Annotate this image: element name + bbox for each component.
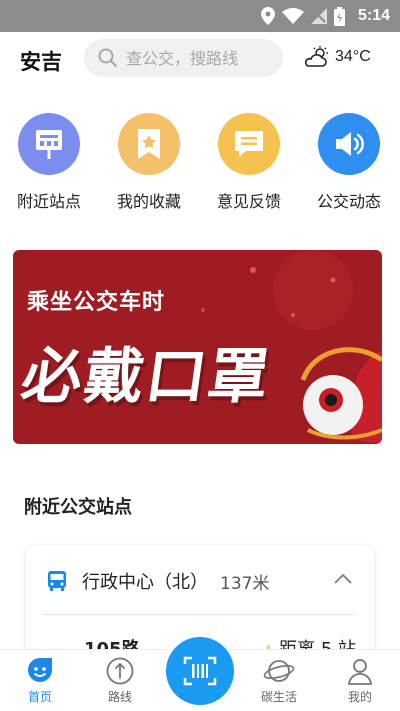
nav-carbon-life[interactable]: 碳生活 <box>249 656 309 705</box>
stop-header[interactable]: 行政中心（北） 137米 <box>46 567 358 595</box>
scan-pay-button[interactable] <box>166 637 234 705</box>
banner-headline: 乘坐公交车时 <box>27 290 166 315</box>
quick-label: 附近站点 <box>16 192 81 211</box>
planet-icon <box>263 660 295 682</box>
bus-icon <box>48 571 66 591</box>
stop-name: 行政中心（北） <box>82 572 208 593</box>
status-icons: 5:14 <box>260 0 390 32</box>
quick-bus-news[interactable]: 公交动态 <box>309 113 389 212</box>
quick-label: 我的收藏 <box>116 192 181 211</box>
quick-label: 公交动态 <box>316 192 381 211</box>
signal-icon <box>310 8 327 24</box>
search-input[interactable] <box>126 48 266 68</box>
city-selector[interactable]: 安吉 <box>20 46 62 76</box>
battery-icon <box>333 6 345 26</box>
route-compass-icon <box>106 657 134 685</box>
speaker-icon <box>318 113 380 175</box>
location-icon <box>260 7 275 25</box>
nav-label: 首页 <box>27 690 52 704</box>
feedback-chat-icon <box>218 113 280 175</box>
wifi-icon <box>281 8 304 24</box>
search-box[interactable] <box>84 39 283 77</box>
status-bar: 5:14 <box>0 0 400 32</box>
quick-actions: 附近站点 我的收藏 意见反馈 公交动态 <box>0 113 400 213</box>
nav-label: 我的 <box>347 690 372 704</box>
home-face-icon <box>28 658 52 682</box>
divider <box>42 614 354 615</box>
chevron-up-icon[interactable] <box>334 573 352 585</box>
weather-widget[interactable]: 34°C <box>303 46 371 68</box>
partly-cloudy-icon <box>304 46 328 67</box>
banner-slogan: 必戴口罩 <box>17 342 276 412</box>
nav-label: 碳生活 <box>260 690 297 704</box>
search-icon <box>98 48 117 67</box>
quick-favorites[interactable]: 我的收藏 <box>109 113 189 212</box>
quick-feedback[interactable]: 意见反馈 <box>209 113 289 212</box>
stop-distance: 137米 <box>220 573 270 594</box>
user-icon <box>347 659 373 685</box>
scan-code-icon <box>183 656 217 686</box>
quick-label: 意见反馈 <box>216 192 281 211</box>
nav-home[interactable]: 首页 <box>10 656 70 705</box>
status-time: 5:14 <box>357 7 390 24</box>
quick-nearby-stops[interactable]: 附近站点 <box>9 113 89 212</box>
bus-stop-sign-icon <box>18 113 80 175</box>
nearby-section-title: 附近公交站点 <box>24 497 132 518</box>
nav-label: 路线 <box>107 690 132 704</box>
top-header: 安吉 34°C <box>0 32 400 86</box>
bookmark-star-icon <box>118 113 180 175</box>
promo-banner[interactable]: 乘坐公交车时 必戴口罩 <box>13 250 382 444</box>
weather-temperature: 34°C <box>335 48 371 65</box>
nav-profile[interactable]: 我的 <box>330 656 390 705</box>
nav-routes[interactable]: 路线 <box>90 656 150 705</box>
